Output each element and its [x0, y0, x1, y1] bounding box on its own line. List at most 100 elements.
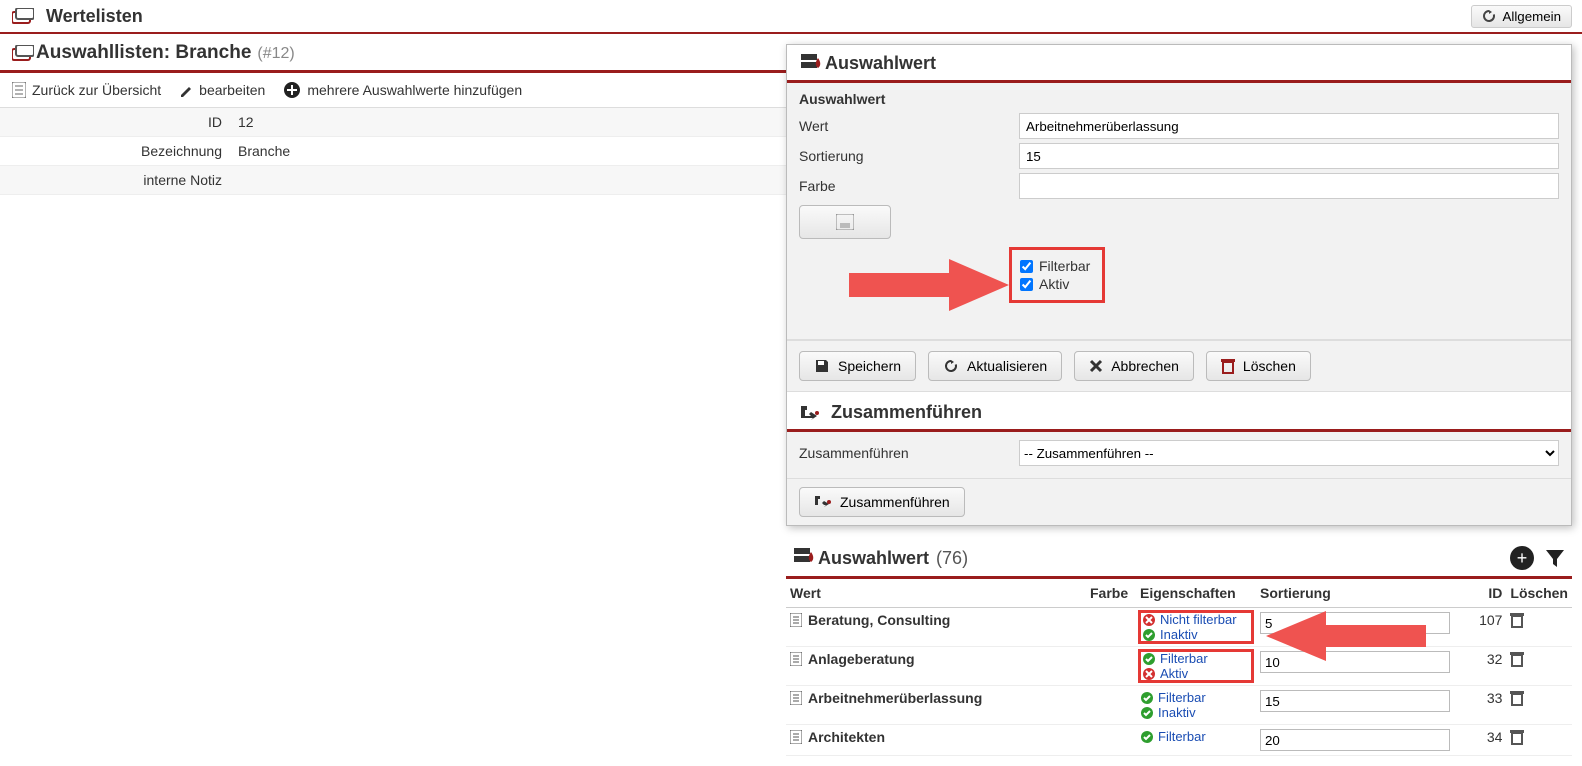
filterbar-checkbox[interactable]	[1020, 260, 1033, 273]
col-sort[interactable]: Sortierung	[1256, 579, 1466, 608]
droplet-stack-icon	[792, 548, 818, 568]
save-button[interactable]: Speichern	[799, 351, 916, 381]
list-title: Auswahlwert	[818, 548, 929, 568]
delete-row-button[interactable]	[1510, 654, 1524, 670]
back-link[interactable]: Zurück zur Übersicht	[12, 82, 161, 98]
property-badge: Inaktiv	[1140, 705, 1252, 720]
property-badge: Filterbar	[1142, 651, 1250, 666]
wert-label: Wert	[799, 118, 1019, 134]
filterbar-checkbox-row[interactable]: Filterbar	[1020, 258, 1090, 274]
panel-title: Auswahllisten: Branche	[36, 42, 251, 64]
property-badge: Aktiv	[1142, 666, 1250, 681]
filter-icon[interactable]	[1544, 547, 1566, 569]
sort-input[interactable]	[1260, 729, 1450, 751]
wert-cell[interactable]: Arbeitnehmerüberlassung	[790, 690, 1082, 706]
add-multi-link[interactable]: mehrere Auswahlwerte hinzufügen	[283, 81, 522, 99]
annotation-highlight-box: Filterbar Aktiv	[1009, 247, 1105, 303]
auswahlisten-header: Auswahllisten: Branche (#12)	[0, 34, 786, 73]
doc-icon	[790, 652, 802, 666]
save-icon	[814, 358, 830, 374]
wert-cell[interactable]: Anlageberatung	[790, 651, 1082, 667]
delete-row-button[interactable]	[1510, 693, 1524, 709]
cards-icon	[10, 8, 36, 24]
doc-icon	[790, 691, 802, 705]
trash-icon	[1510, 690, 1524, 706]
merge-select[interactable]: -- Zusammenführen --	[1019, 440, 1559, 466]
kv-value: Branche	[230, 137, 786, 166]
col-wert[interactable]: Wert	[786, 579, 1086, 608]
col-farbe[interactable]: Farbe	[1086, 579, 1136, 608]
property-badge: Inaktiv	[1142, 627, 1250, 642]
color-picker-button[interactable]	[799, 205, 891, 239]
merge-icon	[814, 495, 832, 509]
list-header: Auswahlwert (76) +	[786, 532, 1572, 579]
aktiv-checkbox-row[interactable]: Aktiv	[1020, 276, 1090, 292]
kv-key: Bezeichnung	[0, 137, 230, 166]
delete-row-button[interactable]	[1510, 732, 1524, 748]
table-row[interactable]: Architekten Filterbar 34	[786, 725, 1572, 756]
id-cell: 33	[1466, 686, 1506, 725]
cancel-button[interactable]: Abbrechen	[1074, 351, 1194, 381]
wert-input[interactable]	[1019, 113, 1559, 139]
delete-button[interactable]: Löschen	[1206, 351, 1311, 381]
table-row[interactable]: Anlageberatung FilterbarAktiv 32	[786, 647, 1572, 686]
aktiv-checkbox[interactable]	[1020, 278, 1033, 291]
property-badge: Filterbar	[1140, 729, 1252, 744]
form-subtitle: Auswahlwert	[799, 91, 1559, 107]
auswahlwert-table: Wert Farbe Eigenschaften Sortierung ID L…	[786, 579, 1572, 756]
kv-row: ID12	[0, 108, 786, 137]
top-bar: Wertelisten Allgemein	[0, 0, 1582, 34]
kv-value: 12	[230, 108, 786, 137]
col-eig[interactable]: Eigenschaften	[1136, 579, 1256, 608]
popup-title: Auswahlwert	[825, 53, 936, 74]
merge-title: Zusammenführen	[831, 402, 982, 423]
doc-icon	[790, 730, 802, 744]
page-title: Wertelisten	[46, 6, 1471, 27]
doc-icon	[790, 613, 802, 627]
col-id[interactable]: ID	[1466, 579, 1506, 608]
sort-label: Sortierung	[799, 148, 1019, 164]
pencil-icon	[179, 83, 193, 97]
right-column: Auswahlwert Auswahlwert Wert Sortierung …	[786, 34, 1582, 766]
refresh-button[interactable]: Aktualisieren	[928, 351, 1062, 381]
save-small-icon	[836, 214, 854, 230]
table-row[interactable]: Arbeitnehmerüberlassung FilterbarInaktiv 3…	[786, 686, 1572, 725]
property-badge: Nicht filterbar	[1142, 612, 1250, 627]
sort-input[interactable]	[1260, 690, 1450, 712]
farbe-label: Farbe	[799, 178, 1019, 194]
list-icon	[12, 82, 26, 98]
id-cell: 107	[1466, 608, 1506, 647]
delete-row-button[interactable]	[1510, 615, 1524, 631]
kv-key: interne Notiz	[0, 166, 230, 195]
kv-value	[230, 166, 786, 195]
sort-input[interactable]	[1260, 612, 1450, 634]
farbe-input[interactable]	[1019, 173, 1559, 199]
merge-button[interactable]: Zusammenführen	[799, 487, 965, 517]
trash-icon	[1221, 358, 1235, 374]
droplet-stack-icon	[799, 54, 825, 74]
wert-cell[interactable]: Beratung, Consulting	[790, 612, 1082, 628]
annotation-arrow-right	[849, 253, 1009, 317]
kv-row: BezeichnungBranche	[0, 137, 786, 166]
allgemein-button[interactable]: Allgemein	[1471, 5, 1572, 28]
trash-icon	[1510, 651, 1524, 667]
id-cell: 34	[1466, 725, 1506, 756]
id-cell: 32	[1466, 647, 1506, 686]
merge-label: Zusammenführen	[799, 445, 1019, 461]
add-button[interactable]: +	[1510, 546, 1534, 570]
plus-circle-icon	[283, 81, 301, 99]
trash-icon	[1510, 612, 1524, 628]
sort-input[interactable]	[1260, 651, 1450, 673]
edit-link[interactable]: bearbeiten	[179, 82, 265, 98]
cards-icon	[10, 45, 36, 61]
property-badge: Filterbar	[1140, 690, 1252, 705]
col-del[interactable]: Löschen	[1506, 579, 1572, 608]
wert-cell[interactable]: Architekten	[790, 729, 1082, 745]
merge-icon	[799, 404, 821, 422]
sort-input[interactable]	[1019, 143, 1559, 169]
auswahlwert-popup: Auswahlwert Auswahlwert Wert Sortierung …	[786, 44, 1572, 526]
left-toolbar: Zurück zur Übersicht bearbeiten mehrere …	[0, 73, 786, 108]
table-row[interactable]: Beratung, Consulting Nicht filterbarInakt…	[786, 608, 1572, 647]
refresh-icon	[943, 358, 959, 374]
refresh-icon	[1482, 9, 1496, 23]
